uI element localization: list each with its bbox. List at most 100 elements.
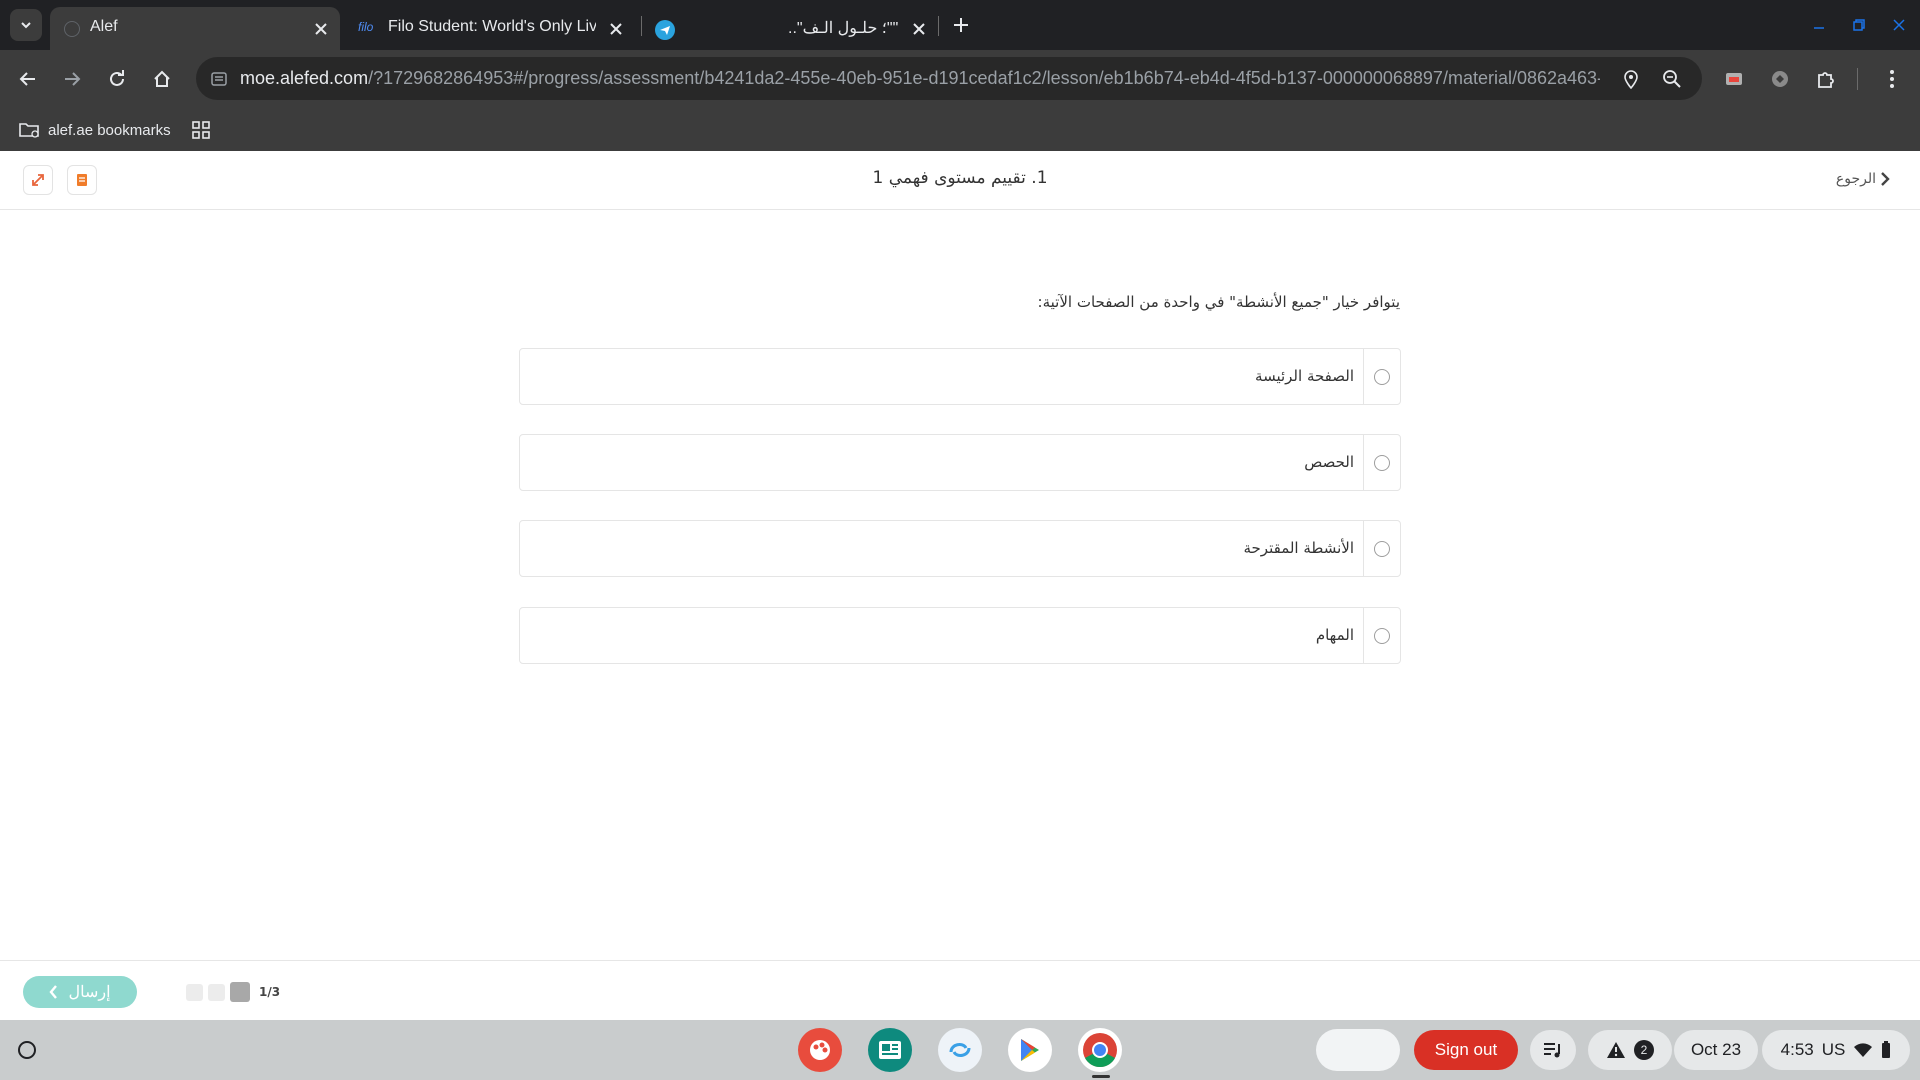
bookmark-label: alef.ae bookmarks (48, 121, 171, 139)
kebab-menu-icon (1890, 70, 1894, 88)
radio-cell[interactable] (1363, 435, 1400, 490)
extension-shield-icon (1772, 71, 1788, 87)
user-avatar[interactable] (1316, 1029, 1400, 1071)
play-store-icon[interactable] (1008, 1028, 1052, 1072)
arrow-right-icon (65, 72, 81, 86)
radio-button[interactable] (1374, 540, 1390, 557)
option-label: الأنشطة المقترحة (1243, 539, 1354, 557)
launcher-button[interactable] (12, 1035, 42, 1065)
notification-count: 2 (1634, 1040, 1654, 1060)
launcher-circle-icon (18, 1041, 36, 1059)
answer-option-1[interactable]: الصفحة الرئيسة (519, 348, 1401, 405)
restore-icon (1853, 19, 1865, 31)
close-window-button[interactable] (1886, 12, 1912, 38)
answer-option-3[interactable]: الأنشطة المقترحة (519, 520, 1401, 577)
arrow-left-icon (19, 72, 35, 86)
paint-app-icon[interactable] (798, 1028, 842, 1072)
extension-button[interactable] (1764, 63, 1796, 95)
back-link[interactable]: الرجوع (1836, 171, 1890, 187)
tab-title: Alef (90, 18, 118, 35)
progress-step-2[interactable] (208, 983, 225, 1001)
zoom-icon[interactable] (1662, 69, 1682, 89)
tab-close-button[interactable] (312, 20, 330, 38)
assessment-header: 1. تقييم مستوى فهمي 1 الرجوع (0, 151, 1920, 210)
answer-option-2[interactable]: الحصص (519, 434, 1401, 491)
puzzle-icon (1818, 72, 1834, 88)
home-icon (154, 70, 170, 87)
managed-folder-icon (19, 123, 39, 138)
close-icon (315, 23, 327, 35)
reload-icon (110, 70, 124, 86)
toolbar-separator (1857, 68, 1858, 90)
date-text: Oct 23 (1690, 1040, 1742, 1059)
submit-button[interactable]: إرسال (23, 976, 137, 1008)
radio-cell[interactable] (1363, 608, 1400, 663)
tab-close-button[interactable] (607, 20, 625, 38)
radio-button[interactable] (1374, 368, 1390, 385)
chevron-down-icon (21, 22, 31, 29)
browser-toolbar: moe.alefed.com/?1729682864953#/progress/… (0, 50, 1920, 108)
tab-close-button[interactable] (910, 20, 928, 38)
tab-separator (641, 16, 642, 36)
option-label: المهام (1315, 626, 1354, 644)
media-controls-button[interactable] (1530, 1030, 1576, 1070)
question-text: يتوافر خيار "جميع الأنشطة" في واحدة من ا… (1037, 293, 1400, 311)
back-button[interactable] (12, 63, 44, 95)
cast-button[interactable] (1718, 63, 1750, 95)
radio-button[interactable] (1374, 627, 1390, 644)
cast-icon (1726, 73, 1742, 85)
tab-telegram[interactable]: ""؛ حلـول الـف".. (648, 7, 938, 50)
reload-button[interactable] (101, 63, 133, 95)
home-button[interactable] (146, 63, 178, 95)
chevron-left-icon (49, 985, 58, 999)
classroom-app-icon[interactable] (868, 1028, 912, 1072)
tab-filo[interactable]: filo Filo Student: World's Only Live I (350, 7, 635, 50)
apps-grid-icon (192, 121, 210, 139)
sync-app-icon[interactable] (938, 1028, 982, 1072)
plus-icon (954, 18, 968, 32)
date-tray[interactable]: Oct 23 (1674, 1030, 1758, 1070)
address-bar[interactable]: moe.alefed.com/?1729682864953#/progress/… (196, 57, 1702, 100)
tab-alef[interactable]: Alef (50, 7, 340, 50)
extensions-menu-button[interactable] (1810, 63, 1842, 95)
location-pin-icon[interactable] (1622, 69, 1640, 89)
url-path: /?1729682864953#/progress/assessment/b42… (368, 68, 1600, 88)
question-area: يتوافر خيار "جميع الأنشطة" في واحدة من ا… (0, 210, 1920, 960)
radio-cell[interactable] (1363, 349, 1400, 404)
tab-separator (938, 16, 939, 36)
progress-step-1[interactable] (230, 982, 250, 1002)
new-tab-button[interactable] (948, 12, 974, 38)
url-host: moe.alefed.com (240, 68, 369, 88)
time-text: 4:53 (1780, 1040, 1814, 1059)
battery-icon (1882, 1041, 1891, 1058)
close-icon (913, 23, 925, 35)
os-shelf: Sign out 2 Oct 23 4:53 US (0, 1020, 1920, 1080)
chrome-app-icon[interactable] (1078, 1028, 1122, 1072)
browser-tabstrip: Alef filo Filo Student: World's Only Liv… (0, 0, 1920, 50)
bookmark-folder-alef[interactable]: alef.ae bookmarks (18, 116, 171, 144)
system-tray[interactable]: 4:53 US (1762, 1030, 1910, 1070)
tab-search-button[interactable] (10, 9, 42, 41)
progress-count: 1/3 (259, 985, 281, 999)
telegram-icon (655, 20, 675, 40)
tab-title: ""؛ حلـول الـف".. (788, 20, 899, 37)
browser-menu-button[interactable] (1876, 63, 1908, 95)
answer-option-4[interactable]: المهام (519, 607, 1401, 664)
forward-button[interactable] (56, 63, 88, 95)
minimize-button[interactable] (1806, 12, 1832, 38)
sign-out-button[interactable]: Sign out (1414, 1030, 1518, 1070)
option-label: الصفحة الرئيسة (1255, 367, 1354, 385)
radio-cell[interactable] (1363, 521, 1400, 576)
progress-step-3[interactable] (186, 983, 203, 1001)
apps-shortcut[interactable] (192, 116, 210, 144)
minimize-icon (1814, 27, 1824, 29)
bookmarks-bar: alef.ae bookmarks (0, 108, 1920, 151)
restore-button[interactable] (1846, 12, 1872, 38)
close-icon (610, 23, 622, 35)
site-info-icon[interactable] (210, 70, 228, 88)
question-progress: 1/3 (186, 982, 280, 1002)
notification-center[interactable]: 2 (1588, 1030, 1672, 1070)
radio-button[interactable] (1374, 454, 1390, 471)
url-text[interactable]: moe.alefed.com/?1729682864953#/progress/… (240, 68, 1600, 89)
warning-icon (1607, 1042, 1625, 1058)
